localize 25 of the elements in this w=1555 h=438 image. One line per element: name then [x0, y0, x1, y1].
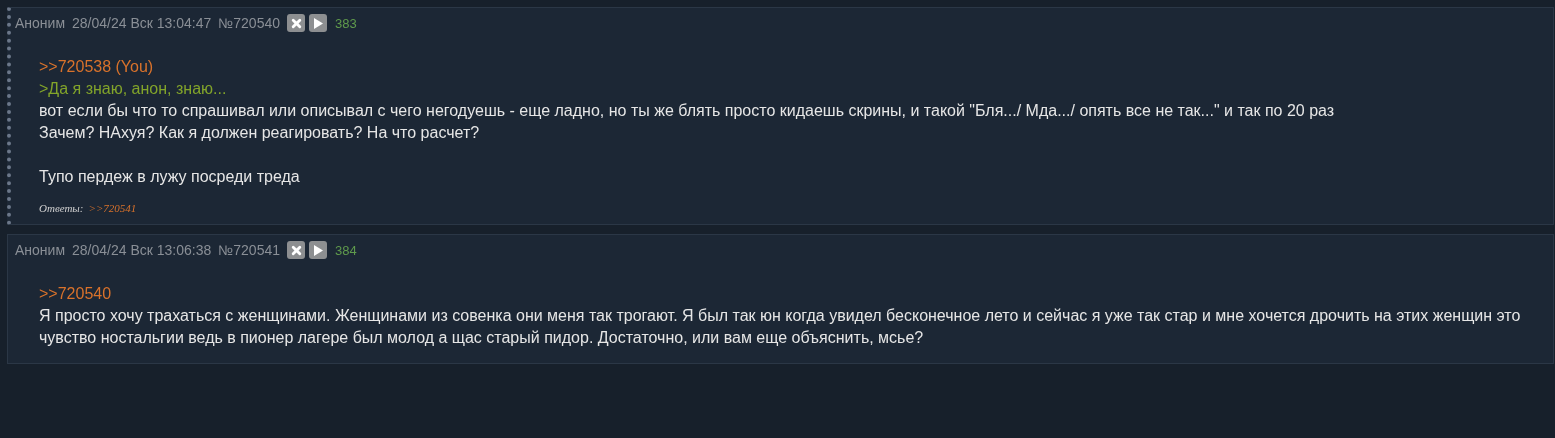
- post-date: 28/04/24 Вск 13:04:47: [72, 15, 212, 31]
- play-icon: [313, 244, 324, 256]
- replies-label: Ответы:: [39, 202, 84, 214]
- close-icon: [290, 17, 302, 29]
- play-icon: [313, 17, 324, 29]
- post-text: Тупо пердеж в лужу посреди треда: [39, 167, 301, 187]
- post-number[interactable]: №720540: [218, 15, 281, 31]
- close-button[interactable]: [287, 14, 306, 32]
- post-number[interactable]: №720541: [218, 242, 281, 258]
- poster-name: Аноним: [15, 242, 66, 258]
- reply-link[interactable]: >>720541: [88, 202, 137, 214]
- quote-text: >Да я знаю, анон, знаю...: [39, 79, 228, 99]
- post-count: 383: [335, 15, 357, 31]
- reply-link[interactable]: >>720540: [39, 283, 1541, 305]
- play-button[interactable]: [309, 14, 328, 32]
- post-text: Я просто хочу трахаться с женщинами. Женщинами из совенка они меня так трогают. Я был так юн когда увидел бесконечное лето и сейчас я уже так стар и мне хочется дрочить на этих женщин это чувство ностальгии ведь в пионер лагере был молод а щас старый пидор. Достаточно, или вам еще объяснить, мсье?: [39, 306, 1522, 348]
- play-button[interactable]: [309, 241, 328, 259]
- post-text: Зачем? НАхуя? Как я должен реагировать? На что расчет?: [39, 123, 481, 143]
- post-date: 28/04/24 Вск 13:06:38: [72, 242, 212, 258]
- poster-name: Аноним: [15, 15, 66, 31]
- close-icon: [290, 244, 302, 256]
- close-button[interactable]: [287, 241, 306, 259]
- post-text: вот если бы что то спрашивал или описывал с чего негодуешь - еще ладно, но ты же блять просто кидаешь скрины, и такой "Бля.../ Мда.../ опять все не так..." и так по 20 раз: [39, 101, 1336, 121]
- reply-link[interactable]: >>720538 (You): [39, 56, 1541, 78]
- post-count: 384: [335, 242, 357, 258]
